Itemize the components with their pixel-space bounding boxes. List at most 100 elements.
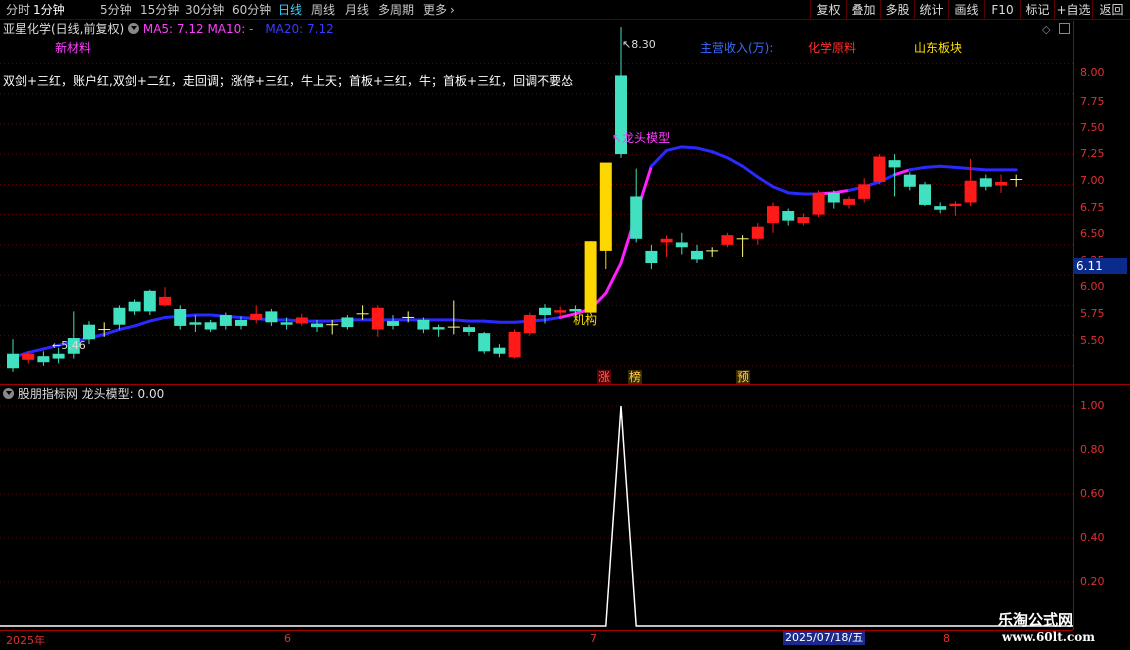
- candle-body: [204, 322, 217, 330]
- candle-body: [584, 241, 597, 313]
- period-tab-1min[interactable]: 1分钟: [33, 2, 65, 18]
- candle-body: [22, 353, 35, 360]
- price-axis-divider: [1073, 21, 1074, 630]
- price-tick: 7.00: [1080, 174, 1105, 187]
- candle-body: [128, 301, 141, 312]
- ma20-segment: [148, 315, 167, 323]
- price-tick: 8.00: [1080, 66, 1105, 79]
- watermark-url: www.60lt.com: [1002, 630, 1095, 644]
- price-tick: 6.50: [1080, 227, 1105, 240]
- mark-button[interactable]: 标记: [1020, 0, 1054, 20]
- fuquan-button[interactable]: 复权: [810, 0, 846, 20]
- indicator-line: [0, 405, 1073, 627]
- candle-body: [113, 307, 126, 325]
- current-price-badge: 6.11: [1073, 258, 1127, 274]
- period-tab-fenshi[interactable]: 分时: [6, 2, 30, 18]
- price-tick: 5.75: [1080, 307, 1105, 320]
- toolbar: 分时 1分钟 5分钟 15分钟 30分钟 60分钟 日线 周线 月线 多周期 更…: [0, 0, 1130, 20]
- time-axis-label: 7: [590, 632, 597, 645]
- candle-body: [219, 315, 232, 326]
- ma20-segment: [665, 145, 684, 152]
- indicator-tick: 1.00: [1080, 399, 1105, 412]
- ma20-segment: [741, 164, 760, 179]
- price-tick: 5.50: [1080, 334, 1105, 347]
- candle-body: [463, 327, 475, 332]
- ma20-segment: [710, 150, 729, 160]
- back-button[interactable]: 返回: [1092, 0, 1130, 20]
- candle-body: [569, 308, 582, 312]
- forecast-marker[interactable]: 预: [736, 370, 751, 384]
- candle-body: [964, 180, 977, 203]
- period-tab-15min[interactable]: 15分钟: [140, 2, 179, 18]
- ma20-segment: [771, 185, 790, 195]
- ma20-segment: [908, 165, 927, 172]
- candle-body: [7, 353, 19, 369]
- candle-body: [311, 323, 323, 328]
- indicator-tick: 0.60: [1080, 487, 1105, 500]
- statistics-button[interactable]: 统计: [914, 0, 948, 20]
- ma20-segment: [938, 164, 957, 169]
- candle-body: [630, 196, 643, 239]
- candle-body: [675, 242, 688, 248]
- candle-body: [979, 178, 992, 187]
- period-tab-5min[interactable]: 5分钟: [100, 2, 132, 18]
- selected-date-badge: 2025/07/18/五: [783, 631, 866, 645]
- period-tab-multi[interactable]: 多周期: [378, 2, 414, 18]
- multi-stock-button[interactable]: 多股: [880, 0, 914, 20]
- ma20-segment: [832, 188, 851, 195]
- price-tick: 6.00: [1080, 280, 1105, 293]
- candle-body: [417, 319, 430, 330]
- candle-body: [919, 184, 931, 205]
- time-axis-label: 8: [943, 632, 950, 645]
- rank-list-marker[interactable]: 榜: [628, 370, 643, 384]
- candle-body: [280, 322, 293, 325]
- draw-line-button[interactable]: 画线: [948, 0, 984, 20]
- candle-body: [995, 181, 1007, 186]
- low-price-value: 5.46: [61, 339, 86, 352]
- high-price-value: 8.30: [631, 38, 656, 51]
- candle-body: [903, 174, 916, 187]
- f10-button[interactable]: F10: [984, 0, 1020, 20]
- watermark-name: 乐淘公式网: [998, 611, 1074, 629]
- ma20-segment: [923, 164, 942, 169]
- candle-body: [797, 217, 810, 224]
- indicator-chart[interactable]: [0, 386, 1073, 630]
- ma20-segment: [543, 315, 562, 322]
- ma20-segment: [649, 148, 669, 168]
- overlay-button[interactable]: 叠加: [846, 0, 880, 20]
- ma20-segment: [482, 319, 501, 324]
- time-axis-label: 6: [284, 632, 291, 645]
- price-tick: 7.50: [1080, 121, 1105, 134]
- add-watchlist-button[interactable]: +自选: [1054, 0, 1092, 20]
- period-tab-60min[interactable]: 60分钟: [232, 2, 271, 18]
- period-tab-30min[interactable]: 30分钟: [185, 2, 224, 18]
- candle-body: [782, 210, 795, 221]
- candle-body: [812, 192, 825, 215]
- candle-body: [523, 315, 536, 334]
- period-tab-month[interactable]: 月线: [345, 2, 369, 18]
- ma20-segment: [786, 191, 805, 196]
- candle-body: [250, 313, 263, 320]
- period-tab-week[interactable]: 周线: [311, 2, 335, 18]
- candle-body: [508, 331, 521, 358]
- limit-up-marker[interactable]: 涨: [597, 370, 612, 384]
- candle-body: [83, 324, 95, 340]
- candle-body: [767, 206, 779, 224]
- period-tab-more[interactable]: 更多: [423, 2, 447, 18]
- candle-body: [189, 322, 202, 325]
- ma20-segment: [756, 175, 775, 189]
- candle-body: [599, 162, 612, 251]
- indicator-tick: 0.20: [1080, 575, 1105, 588]
- candle-body: [751, 226, 764, 239]
- time-axis-line: [0, 630, 1073, 631]
- dragon-model-label: ↖龙头模型: [612, 131, 671, 145]
- candle-body: [159, 296, 171, 306]
- candlestick-chart[interactable]: [0, 21, 1073, 384]
- chevron-right-icon[interactable]: ›: [450, 2, 455, 18]
- period-tab-day[interactable]: 日线: [278, 2, 302, 18]
- price-tick: 7.75: [1080, 95, 1105, 108]
- dragon-model-text: 龙头模型: [622, 131, 671, 145]
- ma20-segment: [102, 328, 121, 336]
- ma20-segment: [117, 324, 137, 332]
- time-axis-label: 2025年: [6, 634, 45, 647]
